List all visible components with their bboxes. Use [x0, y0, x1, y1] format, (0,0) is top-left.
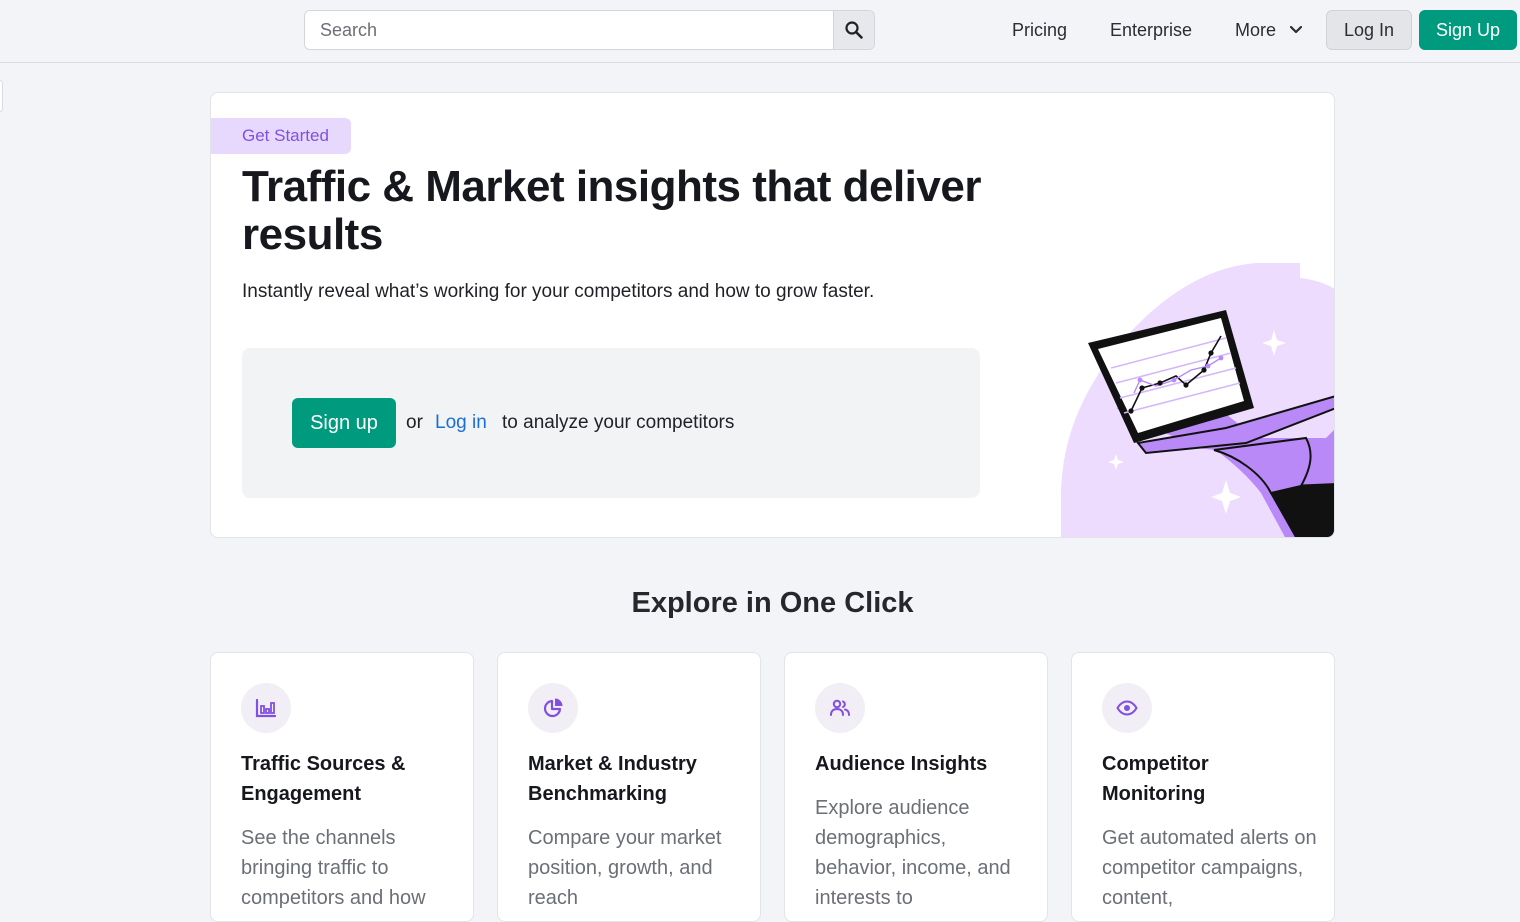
sidebar-toggle[interactable] — [0, 80, 3, 112]
hero-card: Get Started Traffic & Market insights th… — [210, 92, 1335, 538]
cta-box: Sign up or Log in to analyze your compet… — [242, 348, 980, 498]
card-title: Audience Insights — [815, 753, 988, 775]
search-input[interactable] — [305, 11, 834, 49]
bar-chart-icon — [241, 683, 291, 733]
hero-subtitle: Instantly reveal what’s working for your… — [242, 281, 875, 302]
card-description: Compare your market position, growth, an… — [528, 827, 722, 909]
explore-title: Explore in One Click — [631, 587, 914, 619]
cta-or-text: or — [406, 412, 423, 433]
nav-more[interactable]: More — [1235, 20, 1276, 41]
nav-enterprise[interactable]: Enterprise — [1110, 20, 1192, 41]
pie-chart-icon — [528, 683, 578, 733]
card-description: Get automated alerts on competitor campa… — [1102, 827, 1317, 909]
cta-rest-text: to analyze your competitors — [502, 412, 735, 433]
search-box — [304, 10, 875, 50]
card-description: Explore audience demographics, behavior,… — [815, 797, 1011, 909]
card-description: See the channels bringing traffic to com… — [241, 827, 426, 909]
eye-icon — [1102, 683, 1152, 733]
search-button[interactable] — [833, 11, 874, 49]
search-icon — [845, 21, 863, 39]
feature-card-audience[interactable]: Audience Insights Explore audience demog… — [784, 652, 1048, 922]
feature-card-monitoring[interactable]: Competitor Monitoring Get automated aler… — [1071, 652, 1335, 922]
top-bar: Pricing Enterprise More Log In Sign Up — [0, 0, 1520, 63]
card-title: Competitor Monitoring — [1102, 753, 1209, 805]
get-started-tag: Get Started — [211, 118, 351, 154]
card-title: Traffic Sources & Engagement — [241, 753, 406, 805]
users-icon — [815, 683, 865, 733]
card-title: Market & Industry Benchmarking — [528, 753, 697, 805]
signup-button[interactable]: Sign Up — [1419, 10, 1517, 50]
login-button[interactable]: Log In — [1326, 10, 1412, 50]
chevron-down-icon[interactable] — [1289, 23, 1303, 37]
laptop-illustration — [1061, 263, 1334, 537]
hero-title: Traffic & Market insights that deliver r… — [242, 162, 981, 259]
cta-signup-button[interactable]: Sign up — [292, 398, 396, 448]
nav-pricing[interactable]: Pricing — [1012, 20, 1067, 41]
feature-card-traffic[interactable]: Traffic Sources & Engagement See the cha… — [210, 652, 474, 922]
feature-card-benchmarking[interactable]: Market & Industry Benchmarking Compare y… — [497, 652, 761, 922]
cta-login-link[interactable]: Log in — [435, 412, 487, 434]
